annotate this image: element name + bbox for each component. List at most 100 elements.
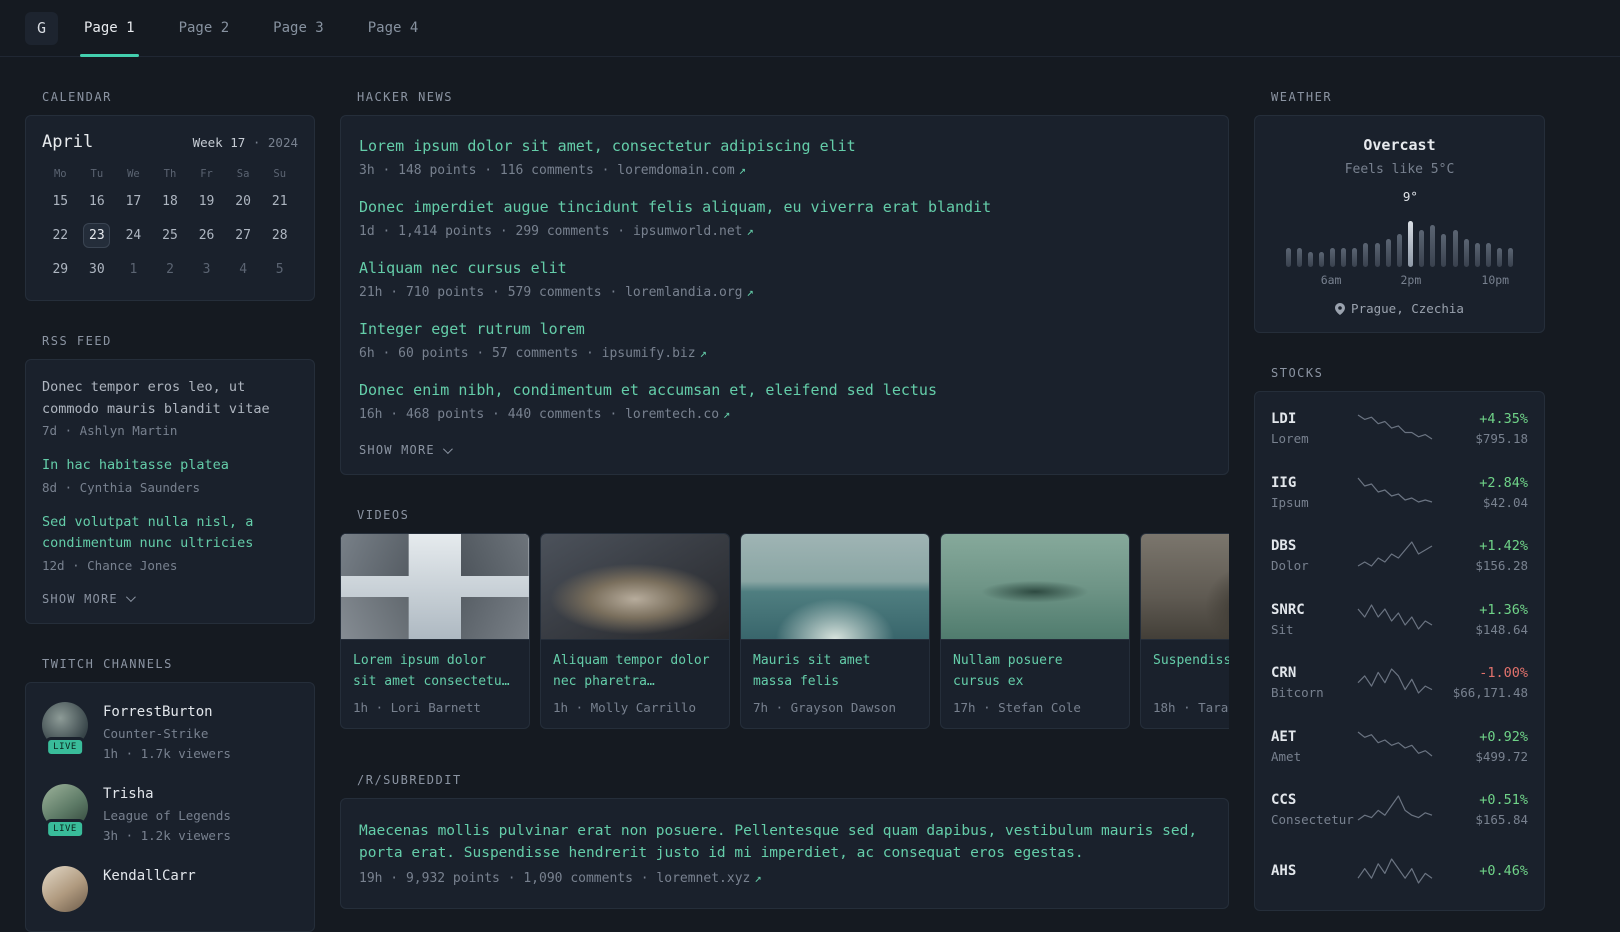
page-tab[interactable]: Page 1 [80,0,139,57]
feed-item-domain[interactable]: loremnet.xyz [656,871,750,886]
stock-left: AHS [1271,863,1357,883]
stock-symbol: CRN [1271,665,1297,682]
video-meta: 1h · Molly Carrillo [553,700,696,715]
video-title: Aliquam tempor dolor nec pharetra… [553,653,710,689]
feed-item-domain[interactable]: loremtech.co [625,407,719,422]
feed-item-title[interactable]: Aliquam nec cursus elit [359,258,1210,279]
calendar-section-title: CALENDAR [42,90,112,104]
video-card[interactable]: Lorem ipsum dolor sit amet consectetu… 1… [340,533,530,729]
stock-row[interactable]: AET Amet +0.92% $499.72 [1271,715,1528,779]
stock-symbol: AET [1271,728,1297,745]
weather-bar [1396,234,1402,267]
app-logo[interactable]: G [25,11,58,45]
stock-row[interactable]: CCS Consectetur +0.51% $165.84 [1271,778,1528,842]
twitch-channel-viewers: 3h · 1.2k viewers [103,827,231,843]
calendar-day-header: We [127,168,140,180]
rss-item-meta: 12d · Chance Jones [42,557,178,573]
feed-item-title[interactable]: Maecenas mollis pulvinar erat non posuer… [359,820,1210,865]
weather-condition: Overcast [1363,136,1436,154]
stock-name: Sit [1271,621,1294,637]
page-tab-label: Page 1 [84,20,135,36]
feed-item: Lorem ipsum dolor sit amet, consectetur … [359,136,1210,178]
feed-item-domain[interactable]: ipsumify.biz [602,346,696,361]
video-thumbnail [341,534,529,640]
stock-row[interactable]: CRN Bitcorn -1.00% $66,171.48 [1271,651,1528,715]
weather-bar [1385,239,1391,267]
weather-bar [1408,221,1414,267]
chevron-down-icon [125,592,136,603]
calendar-date: 29 [52,262,69,277]
page-tab[interactable]: Page 2 [179,0,230,57]
hn-show-more-button[interactable]: SHOW MORE [359,443,453,457]
twitch-channel[interactable]: LIVE Trisha League of Legends 3h · 1.2k … [42,783,298,843]
stock-sparkline [1357,602,1434,636]
rss-item-title[interactable]: Donec tempor eros leo, ut commodo mauris… [42,377,298,420]
calendar-date: 19 [198,194,215,209]
twitch-channel-viewers: 1h · 1.7k viewers [103,745,231,761]
calendar-date: 3 [202,262,211,277]
stock-row[interactable]: AHS +0.46% [1271,842,1528,906]
calendar-card: April Week 17 · 2024 Mo Tu We Th Fr Sa Su 15 16 1… [25,115,315,301]
feed-item-domain[interactable]: loremlandia.org [625,285,742,300]
feed-item-title[interactable]: Lorem ipsum dolor sit amet, consectetur … [359,136,1210,157]
page-tab[interactable]: Page 4 [368,0,419,57]
rss-item-meta: 8d · Cynthia Saunders [42,479,201,495]
video-card-body: Lorem ipsum dolor sit amet consectetu… 1… [341,640,529,728]
feed-item-domain[interactable]: ipsumworld.net [633,224,743,239]
rss-list: Donec tempor eros leo, ut commodo mauris… [42,377,298,573]
video-title: Nullam posuere cursus ex [953,653,1063,689]
stock-price: $156.28 [1475,558,1528,574]
rss-item-title[interactable]: Sed volutpat nulla nisl, a condimentum n… [42,512,298,555]
feed-item-title[interactable]: Donec imperdiet augue tincidunt felis al… [359,197,1210,218]
weather-feels-like: Feels like 5°C [1344,162,1455,177]
calendar-day-header: Mo [53,168,67,180]
video-card[interactable]: Nullam posuere cursus ex 17h · Stefan Co… [940,533,1130,729]
weather-bar [1363,243,1369,267]
page-tab-label: Page 2 [178,20,230,36]
feed-item-title[interactable]: Donec enim nibh, condimentum et accumsan… [359,380,1210,401]
weather-bar [1430,225,1436,267]
stock-row[interactable]: LDI Lorem +4.35% $795.18 [1271,397,1528,461]
video-meta: 1h · Lori Barnett [353,700,481,715]
weather-chart: 9° [1285,189,1514,267]
twitch-channel[interactable]: LIVE KendallCarr [42,865,298,912]
weather-section-title: WEATHER [1271,90,1333,104]
weather-bar [1341,248,1347,267]
rss-section-title: RSS FEED [42,334,112,348]
feed-item: Donec enim nibh, condimentum et accumsan… [359,380,1210,422]
stock-row[interactable]: IIG Ipsum +2.84% $42.04 [1271,461,1528,525]
stock-name: Consectetur [1271,812,1354,828]
video-card[interactable]: Mauris sit amet massa felis 7h · Grayson… [740,533,930,729]
stock-change: +0.46% [1479,863,1528,880]
calendar-date: 17 [125,194,142,209]
rss-item-title[interactable]: In hac habitasse platea [42,455,298,477]
feed-item-title[interactable]: Integer eget rutrum lorem [359,319,1210,340]
stock-name: Amet [1271,748,1302,764]
stock-sparkline [1357,856,1434,890]
calendar-date: 20 [235,194,251,209]
stock-right: +1.36% $148.64 [1434,602,1528,637]
calendar-week-year: Week 17 · 2024 [193,135,298,150]
video-card[interactable]: Suspendisse diam 18h · Tara [1140,533,1229,729]
calendar-month: April [42,132,94,152]
stock-right: +0.51% $165.84 [1434,792,1528,827]
stock-row[interactable]: SNRC Sit +1.36% $148.64 [1271,588,1528,652]
stock-price: $66,171.48 [1452,685,1528,701]
hacker-news-section-title: HACKER NEWS [357,90,453,104]
weather-bar [1486,243,1492,267]
external-link-icon: ↗ [699,346,707,360]
video-card[interactable]: Aliquam tempor dolor nec pharetra… 1h · … [540,533,730,729]
video-title: Mauris sit amet massa felis [753,653,871,689]
stock-row[interactable]: DBS Dolor +1.42% $156.28 [1271,524,1528,588]
weather-bar [1330,248,1336,267]
video-thumbnail [541,534,729,640]
avatar: LIVE [42,701,88,757]
stock-name: Dolor [1271,558,1309,574]
page-tab[interactable]: Page 3 [273,0,324,57]
twitch-channel[interactable]: LIVE ForrestBurton Counter-Strike 1h · 1… [42,701,298,761]
rss-show-more-button[interactable]: SHOW MORE [42,592,136,606]
stock-right: -1.00% $66,171.48 [1434,665,1528,700]
chevron-down-icon [442,443,453,454]
feed-item-domain[interactable]: loremdomain.com [617,163,734,178]
stock-price: $795.18 [1475,431,1528,447]
